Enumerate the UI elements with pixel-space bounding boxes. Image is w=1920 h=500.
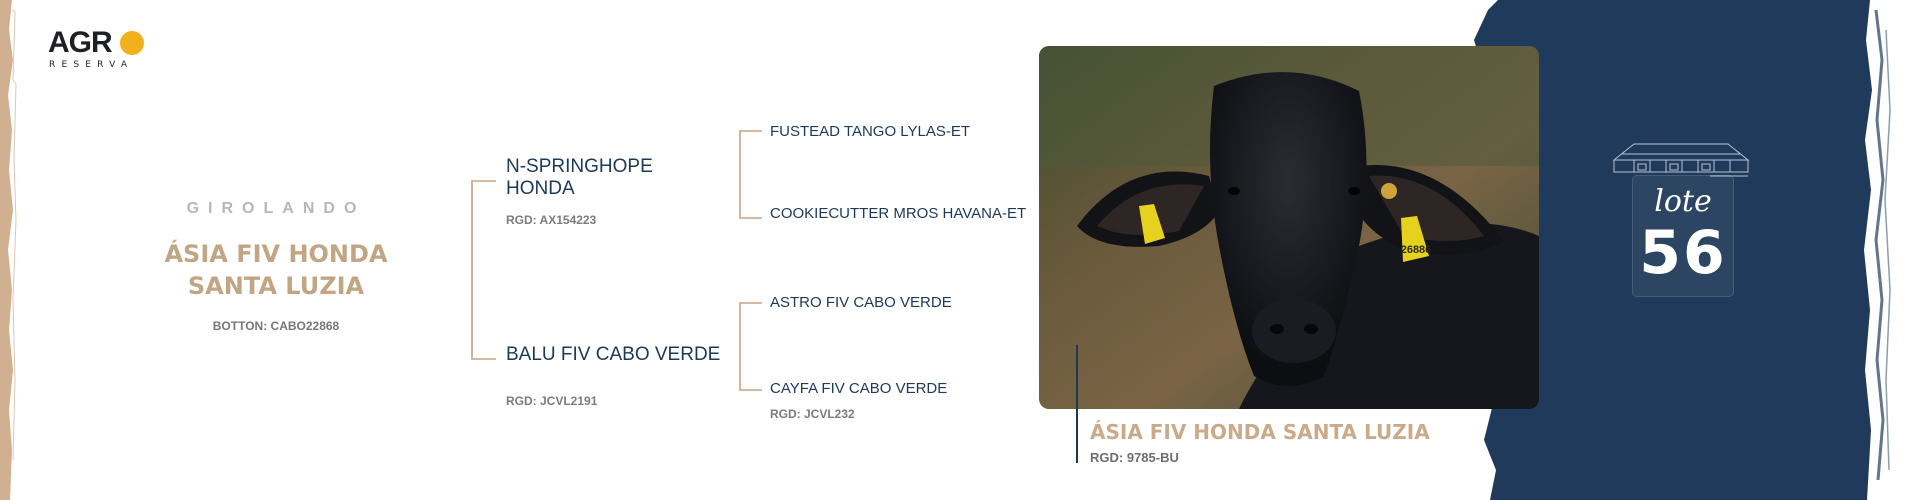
paternal-granddam: COOKIECUTTER MROS HAVANA-ET [770, 205, 1027, 222]
left-brush-edge [0, 0, 17, 500]
dam-name: BALU FIV CABO VERDE [506, 344, 721, 365]
caption-animal-name: ÁSIA FIV HONDA SANTA LUZIA [1090, 420, 1430, 444]
maternal-grandsire: ASTRO FIV CABO VERDE [770, 294, 952, 311]
ear-tag-number: 26886 [1401, 244, 1432, 256]
botton-code: BOTTON: CABO22868 [212, 319, 340, 333]
caption-rgd: RGD: 9785-BU [1090, 450, 1179, 465]
lot-number: 56 [1639, 218, 1727, 288]
maternal-granddam-rgd: RGD: JCVL232 [770, 407, 855, 421]
caption-divider [1076, 345, 1078, 463]
farm-building-icon [1612, 143, 1750, 177]
breed-label: GIROLANDO [186, 200, 366, 217]
logo-wordmark: AGR [48, 26, 113, 59]
lot-banner: AGR RESERVA GIROLANDO ÁSIA FIV HONDA SAN… [0, 0, 1920, 500]
maternal-granddam: CAYFA FIV CABO VERDE [770, 380, 948, 397]
agro-reserva-logo[interactable]: AGR RESERVA [48, 26, 158, 70]
animal-name: ÁSIA FIV HONDA SANTA LUZIA [164, 240, 388, 300]
logo-subtitle: RESERVA [49, 60, 134, 70]
lot-label: lote [1654, 184, 1712, 219]
sire-rgd: RGD: AX154223 [506, 213, 597, 227]
dam-rgd: RGD: JCVL2191 [506, 394, 598, 408]
paternal-grandsire: FUSTEAD TANGO LYLAS-ET [770, 123, 971, 140]
logo-sun-icon [120, 31, 144, 55]
sire-name: N-SPRINGHOPE HONDA [506, 156, 653, 199]
animal-photo: 26886 [1039, 46, 1539, 409]
lot-badge: lote 56 [1632, 175, 1734, 297]
